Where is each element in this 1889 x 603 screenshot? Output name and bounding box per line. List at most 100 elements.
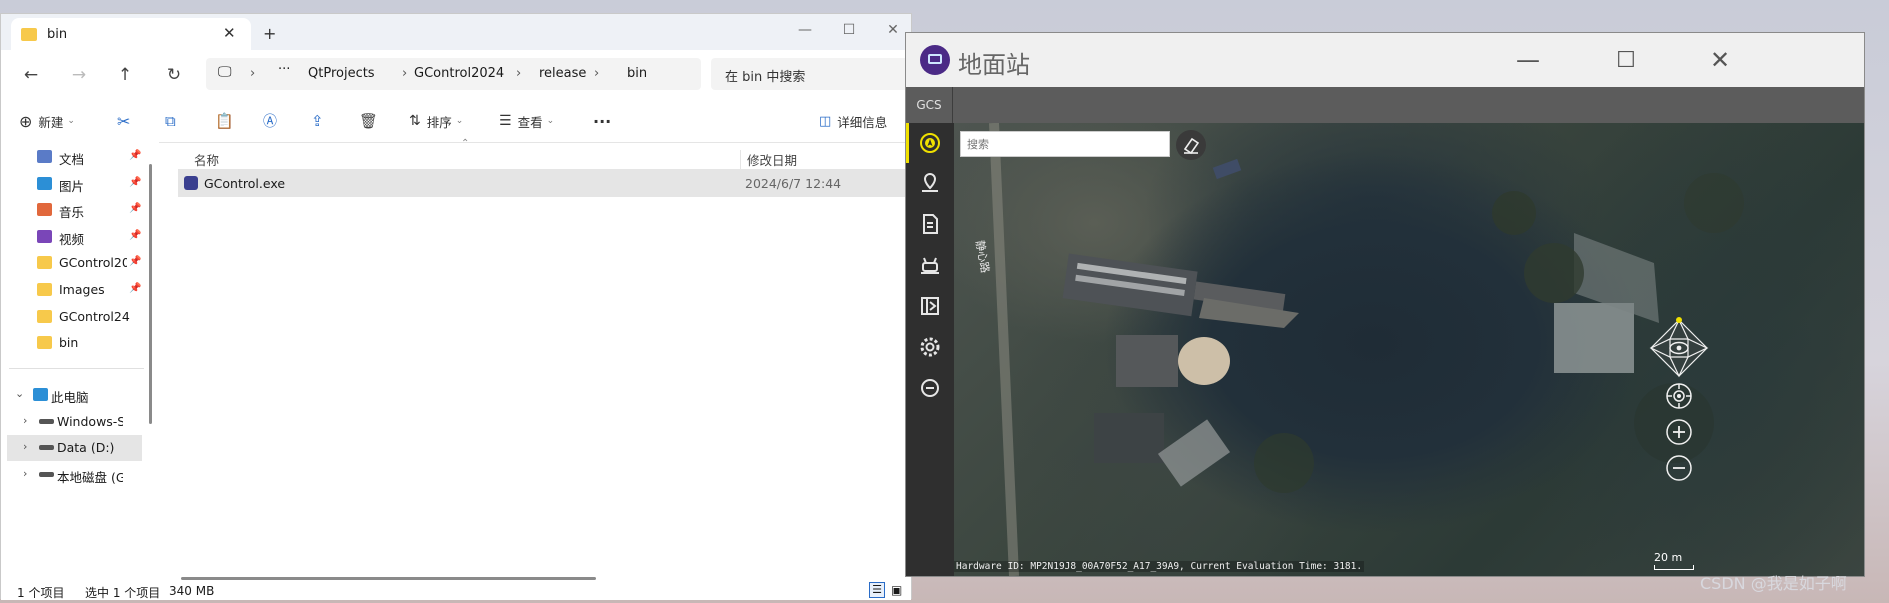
selection-count: 选中 1 个项目 [85, 586, 161, 600]
gear-icon[interactable] [906, 327, 954, 367]
new-tab-icon[interactable]: + [263, 24, 276, 43]
details-view-icon[interactable]: ☰ [869, 582, 885, 598]
map-search-input[interactable] [961, 132, 1169, 156]
tree-item[interactable]: ⌄ 此电脑 [1, 382, 146, 408]
tiles-view-icon[interactable]: ▣ [891, 583, 902, 597]
sidebar-item[interactable]: Images 📌 [1, 277, 146, 303]
breadcrumb-chevron-icon: › [250, 66, 256, 81]
gcs-tab-bar: GCS [906, 87, 1864, 123]
file-explorer-window: bin ✕ + — ☐ ✕ ← → ↑ ↻ 🖵 › ··· QtProjects… [0, 13, 912, 600]
sort-button[interactable]: ⇅ 排序 ⌄ [409, 108, 463, 134]
rename-icon[interactable]: Ⓐ [263, 108, 277, 134]
document-icon[interactable] [906, 204, 954, 244]
paste-icon[interactable]: 📋 [215, 108, 234, 134]
view-icon: ☰ [499, 113, 512, 129]
refresh-button[interactable]: ↻ [160, 63, 188, 87]
gcs-maximize-button[interactable]: ☐ [1596, 45, 1656, 75]
forward-button[interactable]: → [65, 63, 93, 87]
compass-icon[interactable] [906, 123, 954, 163]
map-pin-icon[interactable] [906, 163, 954, 203]
zoom-in-button[interactable] [1664, 417, 1694, 447]
command-bar: ⊕ 新建 ⌄ ✂ ⧉ 📋 Ⓐ ⇪ 🗑 ⇅ 排序 ⌄ ☰ 查看 ⌄ ··· ◫ 详… [1, 100, 911, 143]
ground-station-window: 地面站 — ☐ ✕ GCS 静心路 搜索 20 m Hardware ID: M… [905, 32, 1865, 577]
maximize-button[interactable]: ☐ [827, 18, 871, 42]
chevron-right-icon[interactable]: › [23, 414, 27, 427]
details-button[interactable]: ◫ 详细信息 [819, 108, 887, 134]
robot-icon[interactable] [906, 245, 954, 285]
videos-icon [37, 229, 52, 243]
eraser-button[interactable] [1176, 130, 1206, 160]
sidebar-item[interactable]: GControl24 [1, 304, 146, 330]
tree-item[interactable]: › 本地磁盘 (G:) [1, 462, 146, 488]
new-button[interactable]: ⊕ 新建 ⌄ [19, 108, 75, 134]
zoom-in-icon [1666, 419, 1692, 445]
gcs-minimize-button[interactable]: — [1498, 45, 1558, 75]
chevron-right-icon[interactable]: › [23, 467, 27, 480]
sidebar-item-label: bin [59, 335, 79, 351]
zoom-out-icon [1666, 455, 1692, 481]
sidebar-item[interactable]: 视频 📌 [1, 224, 146, 250]
zoom-out-button[interactable] [1664, 453, 1694, 483]
map-compass-control[interactable] [1648, 317, 1710, 379]
sidebar-item[interactable]: 文档 📌 [1, 144, 146, 170]
view-button[interactable]: ☰ 查看 ⌄ [499, 108, 554, 134]
tree-item[interactable]: › Data (D:) [7, 435, 142, 462]
locate-icon [1666, 383, 1692, 409]
sidebar-scrollbar[interactable] [149, 164, 152, 424]
delete-icon[interactable]: 🗑 [359, 108, 378, 134]
folder-icon [37, 256, 52, 270]
folder-icon [37, 336, 52, 350]
explorer-tab[interactable]: bin ✕ [11, 18, 251, 50]
sidebar-item[interactable]: 音乐 📌 [1, 197, 146, 223]
navigation-bar: ← → ↑ ↻ 🖵 › ··· QtProjects › GControl202… [1, 50, 911, 100]
gcs-title: 地面站 [958, 51, 1030, 79]
minimize-button[interactable]: — [783, 18, 827, 42]
horizontal-scrollbar[interactable] [181, 577, 596, 580]
chevron-right-icon[interactable]: › [23, 440, 27, 453]
search-box[interactable]: 在 bin 中搜索 [711, 58, 911, 90]
pin-icon: 📌 [129, 150, 142, 161]
breadcrumb-item[interactable]: GControl2024 [414, 66, 504, 81]
sort-ascending-icon: ⌃ [461, 138, 470, 149]
exit-icon[interactable] [906, 368, 954, 408]
address-bar[interactable]: 🖵 › ··· QtProjects › GControl2024 › rele… [206, 58, 701, 90]
more-breadcrumb-icon[interactable]: ··· [278, 62, 290, 77]
more-options-icon[interactable]: ··· [593, 108, 611, 134]
file-row[interactable]: GControl.exe 2024/6/7 12:44 [178, 169, 911, 197]
close-tab-icon[interactable]: ✕ [223, 24, 236, 42]
sidebar-item[interactable]: bin [1, 330, 146, 356]
file-modified: 2024/6/7 12:44 [745, 176, 842, 191]
gcs-close-button[interactable]: ✕ [1690, 45, 1750, 75]
breadcrumb-item[interactable]: release [539, 66, 586, 81]
map-imagery: 静心路 [973, 123, 1744, 576]
sidebar-item[interactable]: 图片 📌 [1, 171, 146, 197]
tab-gcs[interactable]: GCS [906, 87, 953, 123]
column-modified[interactable]: 修改日期 [740, 150, 797, 169]
selection-size: 340 MB [169, 584, 215, 598]
pin-icon: 📌 [129, 229, 142, 241]
tab-title: bin [47, 27, 68, 42]
share-icon[interactable]: ⇪ [311, 108, 324, 134]
up-button[interactable]: ↑ [111, 63, 139, 87]
sort-label: 排序 [426, 114, 452, 130]
map-search-box[interactable] [960, 131, 1170, 157]
back-button[interactable]: ← [17, 63, 45, 87]
breadcrumb-chevron-icon: › [594, 66, 600, 81]
chevron-down-icon[interactable]: ⌄ [15, 387, 24, 400]
breadcrumb-item[interactable]: bin [627, 66, 647, 81]
copy-icon[interactable]: ⧉ [165, 108, 176, 134]
sidebar-item[interactable]: GControl2024📌 [1, 250, 146, 276]
road-label: 静心路 [973, 239, 993, 274]
cut-icon[interactable]: ✂ [117, 108, 130, 134]
chevron-down-icon: ⌄ [455, 116, 464, 126]
computer-icon: 🖵 [218, 64, 232, 80]
search-placeholder: 在 bin 中搜索 [725, 70, 806, 85]
satellite-map[interactable]: 静心路 20 m [954, 123, 1864, 576]
tool-grid-icon[interactable] [906, 286, 954, 326]
file-list: 名称 ⌃ 修改日期 GControl.exe 2024/6/7 12:44 [166, 138, 911, 562]
column-name[interactable]: 名称 [194, 150, 219, 169]
breadcrumb-item[interactable]: QtProjects [308, 66, 375, 81]
tree-item[interactable]: › Windows-SSD [1, 409, 146, 435]
breadcrumb-chevron-icon: › [516, 66, 522, 81]
locate-button[interactable] [1664, 381, 1694, 411]
